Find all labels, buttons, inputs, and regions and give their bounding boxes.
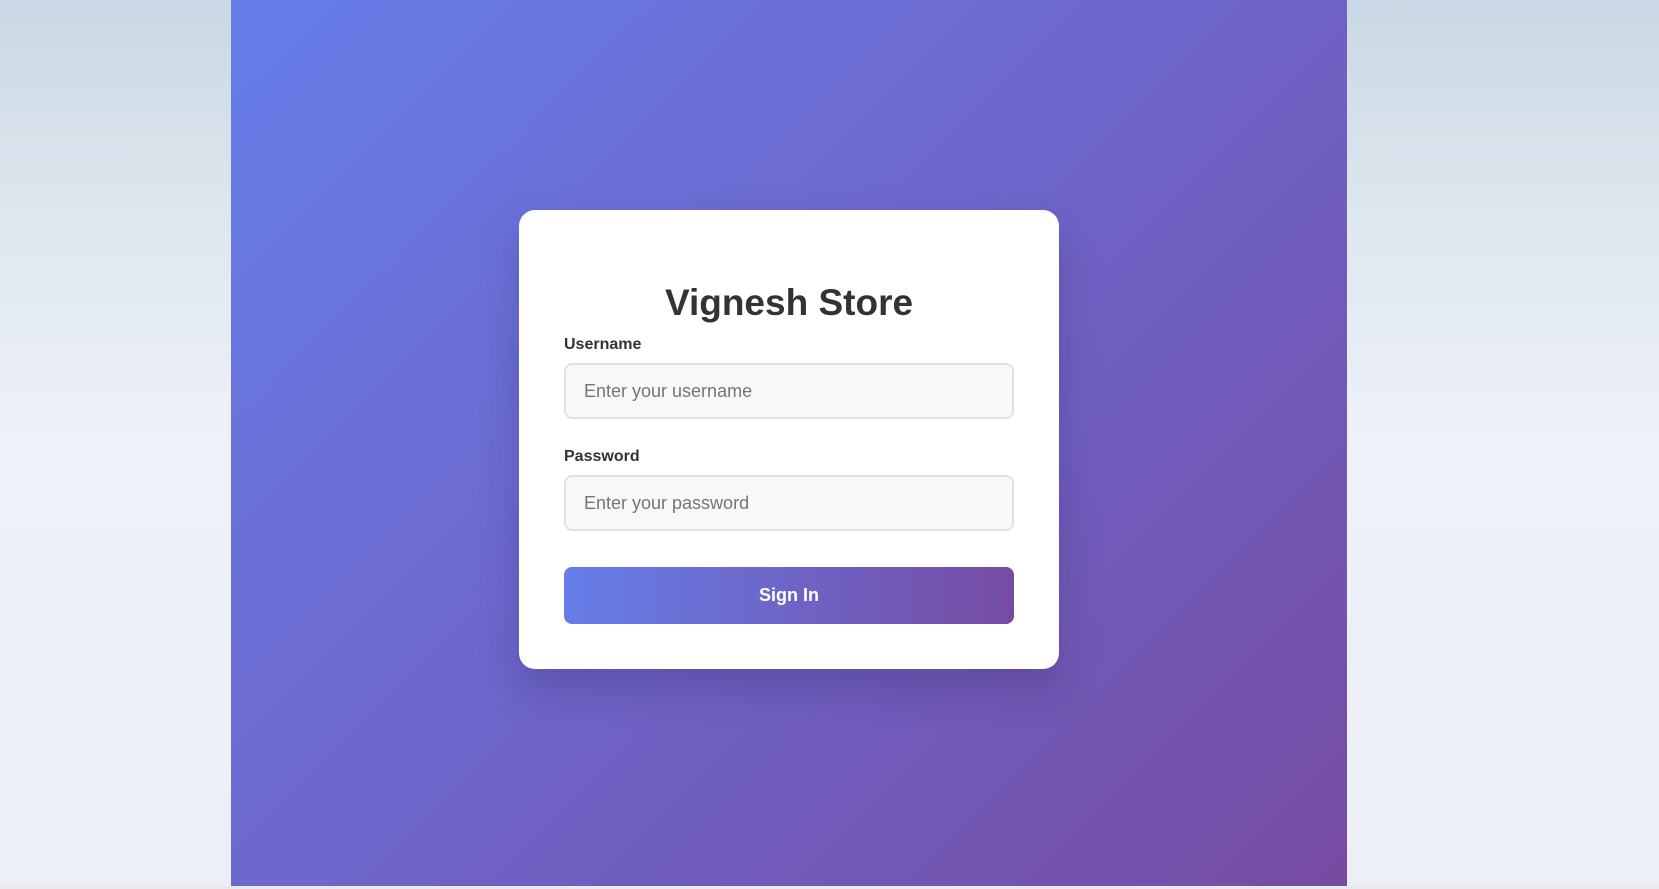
store-title: Vignesh Store bbox=[664, 282, 914, 323]
login-page-background: Vignesh Store Username Password Sign In bbox=[231, 0, 1347, 886]
username-label: Username bbox=[564, 336, 642, 353]
password-label: Password bbox=[564, 448, 640, 465]
sign-in-button[interactable]: Sign In bbox=[564, 567, 1014, 624]
login-card: Vignesh Store Username Password Sign In bbox=[519, 210, 1059, 669]
password-input[interactable] bbox=[564, 475, 1014, 531]
username-input[interactable] bbox=[564, 363, 1014, 419]
